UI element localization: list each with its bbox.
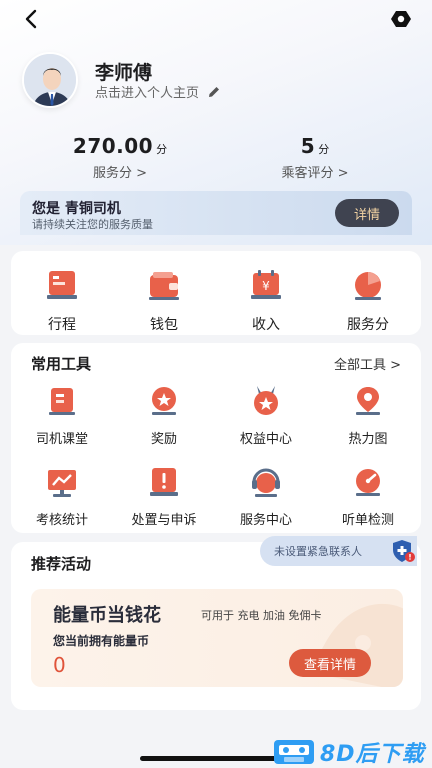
tool-heatmap-label: 热力图	[348, 432, 388, 447]
tool-benefits[interactable]: 权益中心	[215, 384, 317, 447]
service-score-icon	[355, 272, 381, 300]
level-detail-button[interactable]: 详情	[335, 199, 399, 227]
profile-link-text: 点击进入个人主页	[95, 86, 200, 101]
energy-title: 能量币当钱花	[53, 605, 161, 626]
tool-reward[interactable]: 奖励	[113, 384, 215, 447]
profile-header: 李师傅 点击进入个人主页 270.00 分 服务分 > 5分 乘客评分 > 您是 …	[0, 0, 432, 245]
quick-menu-trip-label: 行程	[48, 317, 76, 333]
tool-service-center-label: 服务中心	[239, 513, 292, 528]
reward-icon	[152, 387, 176, 415]
tool-assessment[interactable]: 考核统计	[11, 465, 113, 528]
service-center-icon	[252, 468, 280, 497]
service-score-value: 270.00	[72, 134, 154, 158]
quick-menu-wallet-label: 钱包	[150, 317, 178, 333]
watermark: 8D后下载	[272, 736, 432, 768]
quick-menu-service-score-label: 服务分	[347, 317, 389, 333]
driver-level-banner: 您是 青铜司机 请持续关注您的服务质量 详情	[20, 191, 412, 235]
view-details-button[interactable]: 查看详情	[289, 649, 371, 677]
service-score-unit: 分	[156, 143, 168, 156]
passenger-rating-value: 5	[300, 134, 316, 158]
service-score-label: 服务分 >	[92, 166, 148, 181]
wallet-icon	[149, 272, 179, 300]
tool-appeal[interactable]: 处置与申诉	[113, 465, 215, 528]
order-check-icon	[356, 469, 380, 496]
passenger-rating-unit: 分	[318, 143, 330, 156]
emergency-shield-button[interactable]	[389, 537, 417, 565]
tool-order-check-label: 听单检测	[341, 513, 394, 528]
settings-button[interactable]	[388, 6, 414, 32]
chevron-left-icon	[25, 9, 37, 29]
tool-reward-label: 奖励	[150, 432, 177, 447]
quick-menu-wallet[interactable]: 钱包	[113, 268, 215, 334]
common-tools-card: 常用工具 全部工具 > 司机课堂 奖励 权益中心 热力图 考核统计 处置与申诉 …	[11, 343, 421, 533]
energy-balance-value: 0	[53, 653, 66, 677]
quick-menu-income[interactable]: ¥ 收入	[215, 268, 317, 334]
tool-benefits-label: 权益中心	[239, 432, 292, 447]
heatmap-icon	[356, 387, 380, 415]
classroom-icon	[49, 388, 75, 415]
activities-title: 推荐活动	[31, 555, 92, 573]
trip-icon	[47, 271, 77, 299]
appeal-icon	[150, 468, 178, 496]
avatar[interactable]	[22, 52, 78, 108]
tool-service-center[interactable]: 服务中心	[215, 465, 317, 528]
recommended-activities-card: 推荐活动 能量币当钱花 可用于 充电 加油 免佣卡 您当前拥有能量币 0 查看详…	[11, 542, 421, 710]
hexagon-settings-icon	[391, 11, 411, 27]
quick-menu-service-score[interactable]: 服务分	[317, 268, 419, 334]
svg-text:¥: ¥	[262, 279, 270, 293]
profile-link[interactable]: 点击进入个人主页	[95, 82, 221, 101]
benefits-icon	[254, 386, 278, 415]
cassette-logo-icon	[274, 740, 314, 764]
all-tools-link[interactable]: 全部工具 >	[334, 354, 401, 373]
tool-assessment-label: 考核统计	[35, 513, 88, 528]
home-indicator	[140, 756, 292, 761]
tools-title: 常用工具	[31, 355, 92, 373]
tool-classroom[interactable]: 司机课堂	[11, 384, 113, 447]
driver-portrait-icon	[24, 54, 76, 106]
passenger-rating-stat[interactable]: 5分 乘客评分 >	[260, 134, 370, 181]
tool-classroom-label: 司机课堂	[35, 432, 88, 447]
energy-coin-card[interactable]: 能量币当钱花 可用于 充电 加油 免佣卡 您当前拥有能量币 0 查看详情	[31, 589, 403, 687]
shield-alert-icon	[393, 540, 415, 562]
level-title: 您是 青铜司机	[32, 201, 121, 217]
tool-order-check[interactable]: 听单检测	[317, 465, 419, 528]
energy-balance-label: 您当前拥有能量币	[53, 634, 150, 648]
pencil-icon	[209, 86, 220, 97]
service-score-stat[interactable]: 270.00 分 服务分 >	[60, 134, 180, 181]
driver-name: 李师傅	[95, 62, 153, 84]
energy-usage: 可用于 充电 加油 免佣卡	[201, 609, 322, 622]
tool-appeal-label: 处置与申诉	[131, 513, 197, 528]
back-button[interactable]	[18, 6, 44, 32]
tool-heatmap[interactable]: 热力图	[317, 384, 419, 447]
quick-menu-trip[interactable]: 行程	[11, 268, 113, 334]
watermark-text: 8D后下载	[320, 742, 425, 767]
income-icon: ¥	[251, 270, 281, 299]
quick-menu-income-label: 收入	[252, 317, 280, 333]
level-subtitle: 请持续关注您的服务质量	[32, 218, 153, 231]
quick-menu-card: 行程 钱包 ¥ 收入 服务分	[11, 251, 421, 335]
assessment-icon	[48, 470, 76, 497]
passenger-rating-label: 乘客评分 >	[281, 166, 349, 181]
